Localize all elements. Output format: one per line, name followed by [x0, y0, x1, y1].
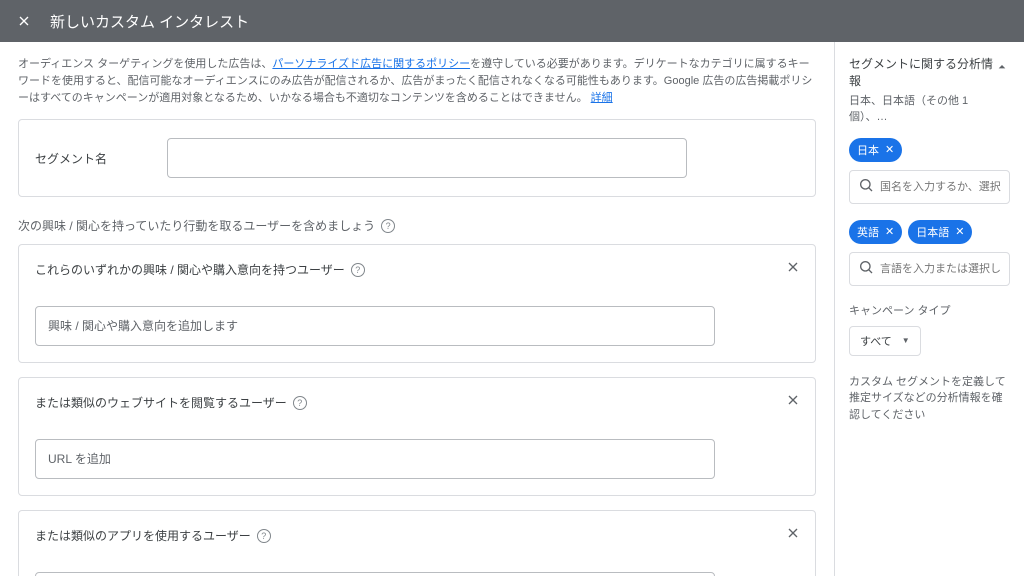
policy-text: オーディエンス ターゲティングを使用した広告は、パーソナライズド広告に関するポリ…: [18, 56, 816, 107]
language-chip[interactable]: 日本語 ✕: [908, 220, 972, 244]
policy-link[interactable]: パーソナライズド広告に関するポリシー: [272, 58, 470, 70]
include-heading: 次の興味 / 関心を持っていたり行動を取るユーザーを含めましょう ?: [18, 217, 816, 234]
interests-title-text: これらのいずれかの興味 / 関心や購入意向を持つユーザー: [35, 261, 345, 278]
sidebar-title: セグメントに関する分析情報: [849, 56, 994, 90]
segment-name-input[interactable]: [167, 138, 687, 178]
apps-card-title: または類似のアプリを使用するユーザー ?: [35, 527, 799, 544]
segment-name-row: セグメント名: [18, 119, 816, 197]
chip-remove-icon[interactable]: ✕: [885, 225, 894, 238]
interests-card: これらのいずれかの興味 / 関心や購入意向を持つユーザー ?: [18, 244, 816, 363]
language-chips: 英語 ✕ 日本語 ✕: [849, 220, 1010, 244]
help-icon[interactable]: ?: [381, 219, 395, 233]
segment-name-label: セグメント名: [35, 150, 107, 167]
page-title: 新しいカスタム インタレスト: [50, 11, 249, 32]
country-search[interactable]: [849, 170, 1010, 204]
sidebar-note: カスタム セグメントを定義して推定サイズなどの分析情報を確認してください: [849, 374, 1010, 424]
include-heading-text: 次の興味 / 関心を持っていたり行動を取るユーザーを含めましょう: [18, 217, 375, 234]
interests-input[interactable]: [35, 306, 715, 346]
interests-card-title: これらのいずれかの興味 / 関心や購入意向を持つユーザー ?: [35, 261, 799, 278]
sidebar-subtitle: 日本、日本語（その他 1 個）、…: [849, 92, 994, 124]
sidebar-header[interactable]: セグメントに関する分析情報 日本、日本語（その他 1 個）、…: [849, 56, 1010, 124]
apps-card: または類似のアプリを使用するユーザー ?: [18, 510, 816, 576]
apps-title-text: または類似のアプリを使用するユーザー: [35, 527, 251, 544]
policy-pre: オーディエンス ターゲティングを使用した広告は、: [18, 58, 272, 70]
dropdown-value: すべて: [860, 333, 892, 349]
websites-card: または類似のウェブサイトを閲覧するユーザー ?: [18, 377, 816, 496]
chip-label: 日本: [857, 142, 879, 158]
help-icon[interactable]: ?: [351, 263, 365, 277]
close-icon[interactable]: [785, 392, 801, 411]
header: 新しいカスタム インタレスト: [0, 0, 1024, 42]
app-input[interactable]: [35, 572, 715, 576]
close-icon[interactable]: [785, 259, 801, 278]
close-icon[interactable]: [785, 525, 801, 544]
country-search-input[interactable]: [880, 181, 1001, 193]
chevron-down-icon: ▼: [902, 336, 910, 345]
chip-label: 日本語: [916, 224, 949, 240]
language-search[interactable]: [849, 252, 1010, 286]
search-icon: [858, 177, 874, 196]
chip-label: 英語: [857, 224, 879, 240]
sidebar: セグメントに関する分析情報 日本、日本語（その他 1 個）、… 日本 ✕ 英語 …: [834, 42, 1024, 576]
main-panel: オーディエンス ターゲティングを使用した広告は、パーソナライズド広告に関するポリ…: [0, 42, 834, 576]
search-icon: [858, 259, 874, 278]
help-icon[interactable]: ?: [257, 529, 271, 543]
language-chip[interactable]: 英語 ✕: [849, 220, 902, 244]
help-icon[interactable]: ?: [293, 396, 307, 410]
policy-more-link[interactable]: 詳細: [591, 92, 613, 104]
close-icon[interactable]: [14, 11, 34, 31]
chip-remove-icon[interactable]: ✕: [885, 143, 894, 156]
language-search-input[interactable]: [880, 263, 1001, 275]
chevron-up-icon: [994, 56, 1010, 75]
country-chip[interactable]: 日本 ✕: [849, 138, 902, 162]
websites-title-text: または類似のウェブサイトを閲覧するユーザー: [35, 394, 287, 411]
country-chips: 日本 ✕: [849, 138, 1010, 162]
chip-remove-icon[interactable]: ✕: [955, 225, 964, 238]
url-input[interactable]: [35, 439, 715, 479]
websites-card-title: または類似のウェブサイトを閲覧するユーザー ?: [35, 394, 799, 411]
campaign-type-label: キャンペーン タイプ: [849, 302, 1010, 318]
campaign-type-dropdown[interactable]: すべて ▼: [849, 326, 921, 356]
